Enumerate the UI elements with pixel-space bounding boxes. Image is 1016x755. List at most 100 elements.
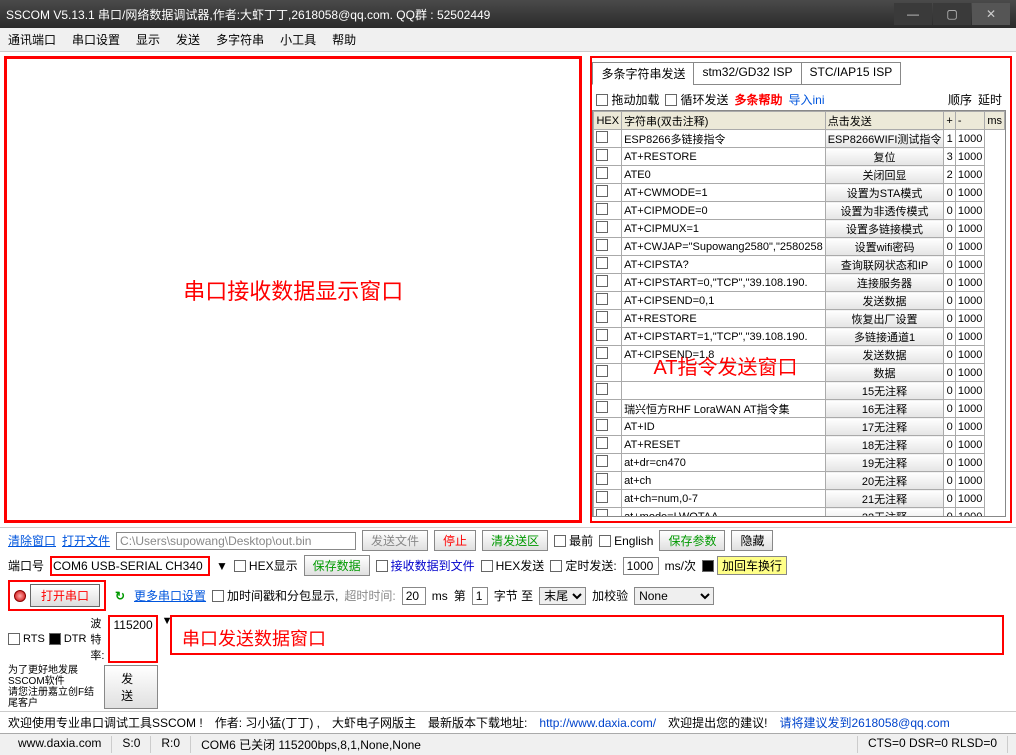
row-seq[interactable]: 3 bbox=[944, 148, 955, 166]
clear-window-link[interactable]: 清除窗口 bbox=[8, 532, 56, 549]
row-send-button[interactable]: 18无注释 bbox=[825, 436, 944, 454]
row-send-button[interactable]: 数据 bbox=[825, 364, 944, 382]
row-delay[interactable]: 1000 bbox=[955, 346, 984, 364]
chk-drag-load[interactable]: 拖动加载 bbox=[596, 91, 659, 108]
row-seq[interactable]: 0 bbox=[944, 418, 955, 436]
row-seq[interactable]: 0 bbox=[944, 454, 955, 472]
row-send-button[interactable]: 20无注释 bbox=[825, 472, 944, 490]
table-row[interactable]: AT+RESTORE恢复出厂设置01000 bbox=[594, 310, 1005, 328]
row-hex-chk[interactable] bbox=[596, 383, 608, 395]
chk-english[interactable]: English bbox=[599, 534, 653, 548]
row-seq[interactable]: 0 bbox=[944, 382, 955, 400]
row-seq[interactable]: 0 bbox=[944, 472, 955, 490]
open-port-button[interactable]: 打开串口 bbox=[30, 584, 100, 607]
row-delay[interactable]: 1000 bbox=[955, 256, 984, 274]
row-seq[interactable]: 0 bbox=[944, 490, 955, 508]
row-hex-chk[interactable] bbox=[596, 419, 608, 431]
table-row[interactable]: AT+CIPSTA?查询联网状态和IP01000 bbox=[594, 256, 1005, 274]
end-select[interactable]: 末尾 bbox=[539, 587, 586, 605]
row-seq[interactable]: 0 bbox=[944, 328, 955, 346]
row-cmd[interactable]: AT+CWJAP="Supowang2580","2580258 bbox=[622, 238, 826, 256]
port-select[interactable]: COM6 USB-SERIAL CH340 bbox=[50, 556, 210, 576]
hide-button[interactable]: 隐藏 bbox=[731, 530, 773, 551]
table-row[interactable]: 数据01000 bbox=[594, 364, 1005, 382]
row-cmd[interactable]: ATE0 bbox=[622, 166, 826, 184]
table-row[interactable]: at+ch=num,0-721无注释01000 bbox=[594, 490, 1005, 508]
tab-stc-isp[interactable]: STC/IAP15 ISP bbox=[801, 62, 902, 85]
open-file-link[interactable]: 打开文件 bbox=[62, 532, 110, 549]
row-hex-chk[interactable] bbox=[596, 329, 608, 341]
chk-rts[interactable]: RTS bbox=[8, 615, 45, 663]
row-hex-chk[interactable] bbox=[596, 311, 608, 323]
row-cmd[interactable]: AT+CIPSTA? bbox=[622, 256, 826, 274]
row-hex-chk[interactable] bbox=[596, 293, 608, 305]
row-send-button[interactable]: 设置多链接模式 bbox=[825, 220, 944, 238]
row-seq[interactable]: 0 bbox=[944, 436, 955, 454]
row-hex-chk[interactable] bbox=[596, 365, 608, 377]
row-delay[interactable]: 1000 bbox=[955, 130, 984, 148]
table-row[interactable]: ESP8266多链接指令ESP8266WIFI测试指令11000 bbox=[594, 130, 1005, 148]
row-delay[interactable]: 1000 bbox=[955, 490, 984, 508]
row-delay[interactable]: 1000 bbox=[955, 472, 984, 490]
row-cmd[interactable] bbox=[622, 382, 826, 400]
row-cmd[interactable] bbox=[622, 364, 826, 382]
close-button[interactable]: ✕ bbox=[972, 3, 1010, 25]
timeout-input[interactable]: 20 bbox=[402, 587, 426, 605]
port-dropdown-icon[interactable]: ▼ bbox=[216, 559, 228, 573]
row-cmd[interactable]: AT+RESTORE bbox=[622, 310, 826, 328]
send-file-button[interactable]: 发送文件 bbox=[362, 530, 428, 551]
table-row[interactable]: AT+CWJAP="Supowang2580","2580258设置wifi密码… bbox=[594, 238, 1005, 256]
row-cmd[interactable]: AT+CIPMUX=1 bbox=[622, 220, 826, 238]
row-send-button[interactable]: 连接服务器 bbox=[825, 274, 944, 292]
row-hex-chk[interactable] bbox=[596, 221, 608, 233]
baud-select[interactable]: 115200 bbox=[108, 615, 157, 663]
row-cmd[interactable]: AT+CIPSEND=0,1 bbox=[622, 292, 826, 310]
row-hex-chk[interactable] bbox=[596, 257, 608, 269]
row-cmd[interactable]: at+ch bbox=[622, 472, 826, 490]
row-seq[interactable]: 0 bbox=[944, 184, 955, 202]
row-cmd[interactable]: AT+ID bbox=[622, 418, 826, 436]
row-hex-chk[interactable] bbox=[596, 509, 608, 517]
row-send-button[interactable]: 恢复出厂设置 bbox=[825, 310, 944, 328]
table-row[interactable]: AT+RESTORE复位31000 bbox=[594, 148, 1005, 166]
row-hex-chk[interactable] bbox=[596, 491, 608, 503]
row-hex-chk[interactable] bbox=[596, 455, 608, 467]
reload-icon[interactable]: ↻ bbox=[112, 588, 128, 604]
row-delay[interactable]: 1000 bbox=[955, 292, 984, 310]
table-row[interactable]: ATE0关闭回显21000 bbox=[594, 166, 1005, 184]
file-path[interactable]: C:\Users\supowang\Desktop\out.bin bbox=[116, 532, 356, 550]
row-send-button[interactable]: 15无注释 bbox=[825, 382, 944, 400]
col-minus[interactable]: - bbox=[955, 112, 984, 130]
row-delay[interactable]: 1000 bbox=[955, 382, 984, 400]
menu-serial-settings[interactable]: 串口设置 bbox=[72, 31, 120, 48]
row-delay[interactable]: 1000 bbox=[955, 202, 984, 220]
table-row[interactable]: AT+CIPSEND=1,8发送数据01000 bbox=[594, 346, 1005, 364]
command-table[interactable]: AT指令发送窗口 HEX 字符串(双击注释) 点击发送 + - ms ESP82… bbox=[592, 110, 1006, 517]
chk-hex-send[interactable]: HEX发送 bbox=[481, 557, 545, 574]
row-cmd[interactable]: AT+RESET bbox=[622, 436, 826, 454]
row-send-button[interactable]: 设置wifi密码 bbox=[825, 238, 944, 256]
menu-display[interactable]: 显示 bbox=[136, 31, 160, 48]
row-seq[interactable]: 0 bbox=[944, 292, 955, 310]
row-cmd[interactable]: at+dr=cn470 bbox=[622, 454, 826, 472]
row-seq[interactable]: 0 bbox=[944, 346, 955, 364]
row-cmd[interactable]: 瑞兴恒方RHF LoraWAN AT指令集 bbox=[622, 400, 826, 418]
row-seq[interactable]: 2 bbox=[944, 166, 955, 184]
row-seq[interactable]: 0 bbox=[944, 364, 955, 382]
row-seq[interactable]: 0 bbox=[944, 238, 955, 256]
row-send-button[interactable]: 21无注释 bbox=[825, 490, 944, 508]
row-cmd[interactable]: AT+CIPMODE=0 bbox=[622, 202, 826, 220]
row-seq[interactable]: 0 bbox=[944, 310, 955, 328]
row-hex-chk[interactable] bbox=[596, 275, 608, 287]
row-delay[interactable]: 1000 bbox=[955, 184, 984, 202]
save-params-button[interactable]: 保存参数 bbox=[659, 530, 725, 551]
row-delay[interactable]: 1000 bbox=[955, 274, 984, 292]
row-delay[interactable]: 1000 bbox=[955, 238, 984, 256]
row-send-button[interactable]: ESP8266WIFI测试指令 bbox=[825, 130, 944, 148]
first-byte-input[interactable]: 1 bbox=[472, 587, 488, 605]
table-row[interactable]: AT+CWMODE=1设置为STA模式01000 bbox=[594, 184, 1005, 202]
chk-topmost[interactable]: 最前 bbox=[554, 532, 593, 549]
timed-interval[interactable]: 1000 bbox=[623, 557, 659, 575]
download-url[interactable]: http://www.daxia.com/ bbox=[539, 716, 656, 730]
table-row[interactable]: AT+CIPMODE=0设置为非透传模式01000 bbox=[594, 202, 1005, 220]
